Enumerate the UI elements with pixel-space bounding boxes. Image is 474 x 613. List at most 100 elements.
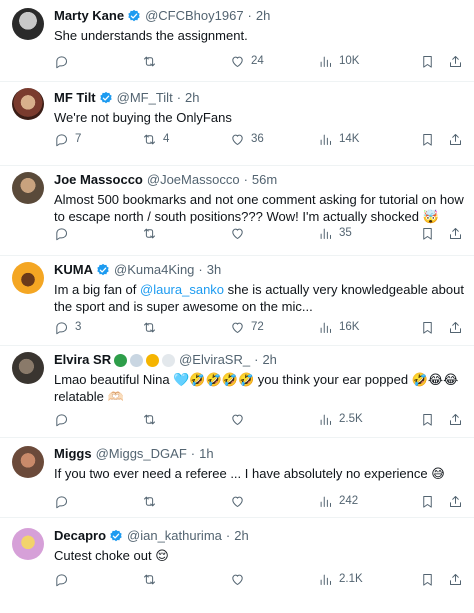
like-button[interactable]: 24 <box>230 54 264 69</box>
views-chart-icon <box>320 574 331 585</box>
reply-item[interactable]: Decapro @ian_kathurima · 2h Cutest choke… <box>0 518 474 613</box>
display-name[interactable]: Joe Massocco <box>54 172 143 188</box>
timestamp[interactable]: 1h <box>199 446 213 462</box>
display-name[interactable]: Marty Kane <box>54 8 124 24</box>
bookmark-button[interactable] <box>420 412 435 427</box>
reply-header: Marty Kane @CFCBhoy1967 · 2h <box>54 8 466 24</box>
timestamp[interactable]: 3h <box>207 262 221 278</box>
user-handle[interactable]: @Miggs_DGAF <box>96 446 187 462</box>
reply-icon <box>56 55 67 68</box>
like-button[interactable] <box>230 572 245 587</box>
share-button[interactable] <box>448 572 463 587</box>
repost-button[interactable] <box>142 494 157 509</box>
share-button[interactable] <box>448 132 463 147</box>
bookmark-button[interactable] <box>420 132 435 147</box>
reply-icon <box>56 573 67 586</box>
timestamp[interactable]: 2h <box>256 8 270 24</box>
user-handle[interactable]: @JoeMassocco <box>147 172 240 188</box>
reply-button[interactable] <box>54 412 69 427</box>
reply-icon <box>56 321 67 334</box>
repost-icon <box>144 134 155 144</box>
bookmark-icon <box>423 133 432 146</box>
avatar[interactable] <box>12 446 44 478</box>
user-handle[interactable]: @MF_Tilt <box>117 90 173 106</box>
views-button[interactable]: 35 <box>318 226 352 241</box>
reply-text: Almost 500 bookmarks and not one comment… <box>54 191 466 225</box>
bookmark-button[interactable] <box>420 226 435 241</box>
bookmark-button[interactable] <box>420 54 435 69</box>
mention-link[interactable]: @laura_sanko <box>140 282 224 297</box>
avatar[interactable] <box>12 8 44 40</box>
reply-item[interactable]: Joe Massocco @JoeMassocco · 56m Almost 5… <box>0 166 474 256</box>
reply-button[interactable] <box>54 494 69 509</box>
views-button[interactable]: 10K <box>318 54 359 69</box>
reply-icon <box>56 495 67 508</box>
bookmark-button[interactable] <box>420 572 435 587</box>
share-icon <box>450 227 461 239</box>
bookmark-button[interactable] <box>420 320 435 335</box>
reply-button[interactable]: 3 <box>54 320 81 335</box>
repost-button[interactable] <box>142 226 157 241</box>
user-handle[interactable]: @ian_kathurima <box>127 528 222 544</box>
views-button[interactable]: 2.1K <box>318 572 363 587</box>
action-bar: 242 <box>54 492 464 510</box>
timestamp[interactable]: 2h <box>234 528 248 544</box>
reply-item[interactable]: KUMA @Kuma4King · 3h Im a big fan of @la… <box>0 256 474 346</box>
repost-button[interactable] <box>142 54 163 69</box>
like-button[interactable] <box>230 412 245 427</box>
display-name[interactable]: Decapro <box>54 528 106 544</box>
user-handle[interactable]: @CFCBhoy1967 <box>145 8 243 24</box>
share-button[interactable] <box>448 494 463 509</box>
avatar[interactable] <box>12 528 44 560</box>
avatar[interactable] <box>12 262 44 294</box>
repost-button[interactable] <box>142 320 157 335</box>
reply-button[interactable] <box>54 226 69 241</box>
views-button[interactable]: 14K <box>318 132 359 147</box>
user-handle[interactable]: @Kuma4King <box>114 262 194 278</box>
display-name[interactable]: MF Tilt <box>54 90 96 106</box>
share-button[interactable] <box>448 54 463 69</box>
reply-item[interactable]: MF Tilt @MF_Tilt · 2h We're not buying t… <box>0 82 474 166</box>
repost-button[interactable] <box>142 412 157 427</box>
bookmark-button[interactable] <box>420 494 435 509</box>
avatar[interactable] <box>12 88 44 120</box>
view-count: 14K <box>339 133 360 145</box>
reply-button[interactable] <box>54 572 69 587</box>
user-handle[interactable]: @ElviraSR_ <box>179 352 250 368</box>
reply-button[interactable]: 7 <box>54 132 81 147</box>
views-button[interactable]: 242 <box>318 494 358 509</box>
reply-button[interactable] <box>54 54 75 69</box>
like-count: 36 <box>251 133 264 145</box>
views-button[interactable]: 2.5K <box>318 412 363 427</box>
reply-item[interactable]: Marty Kane @CFCBhoy1967 · 2h She underst… <box>0 0 474 82</box>
reply-item[interactable]: Miggs @Miggs_DGAF · 1h If you two ever n… <box>0 438 474 518</box>
like-button[interactable]: 72 <box>230 320 264 335</box>
reply-text-body: If you two ever need a referee ... I hav… <box>54 466 428 481</box>
display-name[interactable]: KUMA <box>54 262 93 278</box>
like-button[interactable]: 36 <box>230 132 264 147</box>
repost-button[interactable]: 4 <box>142 132 169 147</box>
share-button[interactable] <box>448 320 463 335</box>
timestamp[interactable]: 56m <box>252 172 277 188</box>
like-button[interactable] <box>230 226 245 241</box>
bookmark-icon <box>423 227 432 240</box>
avatar[interactable] <box>12 352 44 384</box>
reply-text-body: Almost 500 bookmarks and not one comment… <box>54 192 464 224</box>
bookmark-icon <box>423 495 432 508</box>
action-bar: 2.1K <box>54 570 464 588</box>
timestamp[interactable]: 2h <box>185 90 199 106</box>
display-name[interactable]: Miggs <box>54 446 92 462</box>
reply-item[interactable]: Elvira SR @ElviraSR_ · 2h Lmao beautiful… <box>0 346 474 438</box>
timestamp[interactable]: 2h <box>262 352 276 368</box>
avatar[interactable] <box>12 172 44 204</box>
share-button[interactable] <box>448 412 463 427</box>
display-name[interactable]: Elvira SR <box>54 352 111 368</box>
relieved-face-emoji: 😌 <box>155 548 169 563</box>
share-icon <box>450 133 461 145</box>
repost-button[interactable] <box>142 572 157 587</box>
share-button[interactable] <box>448 226 463 241</box>
heart-icon <box>232 134 243 145</box>
views-chart-icon <box>320 56 331 67</box>
views-button[interactable]: 16K <box>318 320 359 335</box>
like-button[interactable] <box>230 494 245 509</box>
